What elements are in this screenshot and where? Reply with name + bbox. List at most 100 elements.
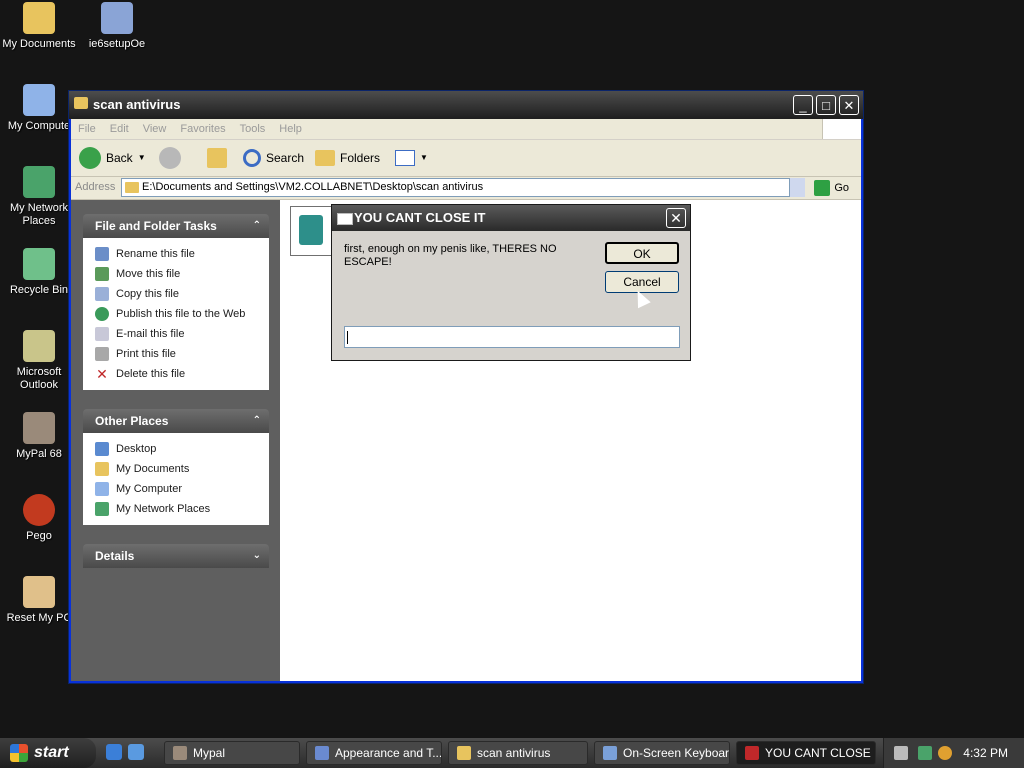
desktop-icon-mypal[interactable]: MyPal 68 [0, 412, 78, 461]
task-label: scan antivirus [477, 746, 551, 760]
place-desktop[interactable]: Desktop [95, 439, 269, 459]
text-caret [347, 331, 348, 344]
task-copy[interactable]: Copy this file [95, 284, 269, 304]
network-icon[interactable] [918, 746, 932, 760]
go-button[interactable]: Go [814, 180, 849, 196]
desktop-icon-pego[interactable]: Pego [0, 494, 78, 543]
menu-edit[interactable]: Edit [103, 123, 136, 135]
back-button[interactable]: Back ▼ [79, 146, 146, 170]
panel-title: Other Places [95, 414, 169, 428]
desktop-icon-outlook[interactable]: Microsoft Outlook [0, 330, 78, 392]
task-osk[interactable]: On-Screen Keyboard [594, 741, 730, 765]
mypal-icon [173, 746, 187, 760]
place-label: My Computer [116, 483, 183, 495]
place-my-computer[interactable]: My Computer [95, 479, 269, 499]
menu-help[interactable]: Help [272, 123, 309, 135]
recycle-bin-icon [23, 248, 55, 280]
desktop-icon-network[interactable]: My Network Places [0, 166, 78, 228]
task-delete[interactable]: ✕ Delete this file [95, 364, 269, 384]
task-label: Rename this file [116, 248, 195, 260]
panel-body: Rename this file Move this file Copy thi… [83, 238, 269, 390]
computer-icon [23, 84, 55, 116]
script-file-icon[interactable] [290, 206, 332, 256]
ie-icon[interactable] [128, 744, 144, 760]
task-label: Copy this file [116, 288, 179, 300]
task-print[interactable]: Print this file [95, 344, 269, 364]
task-label: Publish this file to the Web [116, 308, 246, 320]
task-label: YOU CANT CLOSE IT [765, 746, 876, 760]
chevron-down-icon: ▼ [420, 153, 428, 162]
keyboard-icon[interactable] [894, 746, 908, 760]
maximize-button[interactable]: □ [816, 95, 836, 115]
panel-header[interactable]: Details ⌄ [83, 544, 269, 568]
folder-icon [125, 182, 139, 193]
window-icon [337, 213, 353, 225]
folders-button[interactable]: Folders [315, 146, 380, 170]
desktop-icon-recycle-bin[interactable]: Recycle Bin [0, 248, 78, 297]
task-publish[interactable]: Publish this file to the Web [95, 304, 269, 324]
menu-file[interactable]: File [71, 123, 103, 135]
printer-icon [95, 347, 109, 361]
windows-logo-icon [822, 119, 861, 139]
desktop-icon-ie6setup[interactable]: ie6setupOe [78, 2, 156, 51]
address-dropdown-button[interactable] [789, 178, 805, 197]
desktop-icon-label: ie6setupOe [88, 38, 146, 50]
go-label: Go [834, 182, 849, 194]
menu-favorites[interactable]: Favorites [173, 123, 232, 135]
views-button[interactable]: ▼ [395, 146, 428, 170]
ok-button[interactable]: OK [605, 242, 679, 264]
address-input[interactable]: E:\Documents and Settings\VM2.COLLABNET\… [121, 178, 805, 197]
ie-icon[interactable] [106, 744, 122, 760]
task-rename[interactable]: Rename this file [95, 244, 269, 264]
close-button[interactable]: ✕ [666, 208, 686, 228]
desktop-icon-my-documents[interactable]: My Documents [0, 2, 78, 51]
collapse-icon[interactable]: ⌃ [253, 409, 261, 433]
desktop-icon-reset-pc[interactable]: Reset My PC [0, 576, 78, 625]
place-my-documents[interactable]: My Documents [95, 459, 269, 479]
network-icon [23, 166, 55, 198]
dialog-message: first, enough on my penis like, THERES N… [344, 243, 557, 268]
globe-icon [95, 307, 109, 321]
collapse-icon[interactable]: ⌃ [253, 214, 261, 238]
address-label: Address [75, 181, 116, 193]
system-tray: 4:32 PM [883, 738, 1024, 768]
desktop-icon-label: My Network Places [9, 202, 69, 227]
task-move[interactable]: Move this file [95, 264, 269, 284]
dialog-input[interactable] [344, 326, 680, 348]
expand-icon[interactable]: ⌄ [253, 544, 261, 568]
place-label: My Network Places [116, 503, 211, 515]
address-bar: Address E:\Documents and Settings\VM2.CO… [71, 177, 861, 200]
place-network[interactable]: My Network Places [95, 499, 269, 519]
dialog-titlebar[interactable]: YOU CANT CLOSE IT ✕ [332, 205, 690, 231]
panel-header[interactable]: Other Places ⌃ [83, 409, 269, 433]
chevron-down-icon[interactable]: ▼ [138, 146, 146, 170]
task-label: Print this file [116, 348, 176, 360]
panel-title: Details [95, 549, 135, 563]
keyboard-icon [603, 746, 617, 760]
go-arrow-icon [814, 180, 831, 196]
panel-header[interactable]: File and Folder Tasks ⌃ [83, 214, 269, 238]
start-button[interactable]: start [0, 738, 96, 768]
desktop-icon-label: Microsoft Outlook [16, 366, 62, 391]
search-button[interactable]: Search [243, 146, 304, 170]
desktop-icon-my-computer[interactable]: My Compute [0, 84, 78, 133]
task-email[interactable]: E-mail this file [95, 324, 269, 344]
explorer-titlebar[interactable]: scan antivirus _ □ ✕ [69, 91, 863, 119]
search-icon[interactable] [938, 746, 952, 760]
taskbar: start Mypal Appearance and T... scan ant… [0, 738, 1024, 768]
menu-view[interactable]: View [136, 123, 174, 135]
task-mypal[interactable]: Mypal [164, 741, 300, 765]
task-dialog[interactable]: YOU CANT CLOSE IT [736, 741, 876, 765]
task-scan-antivirus[interactable]: scan antivirus [448, 741, 588, 765]
script-icon [299, 215, 323, 245]
menu-tools[interactable]: Tools [233, 123, 273, 135]
task-appearance[interactable]: Appearance and T... [306, 741, 442, 765]
minimize-button[interactable]: _ [793, 95, 813, 115]
up-folder-button[interactable] [207, 146, 227, 170]
outlook-icon [23, 330, 55, 362]
network-icon [95, 502, 109, 516]
mypal-icon [23, 412, 55, 444]
close-button[interactable]: ✕ [839, 95, 859, 115]
forward-button[interactable] [159, 146, 181, 170]
other-places-panel: Other Places ⌃ Desktop My Documents My C… [83, 409, 269, 525]
